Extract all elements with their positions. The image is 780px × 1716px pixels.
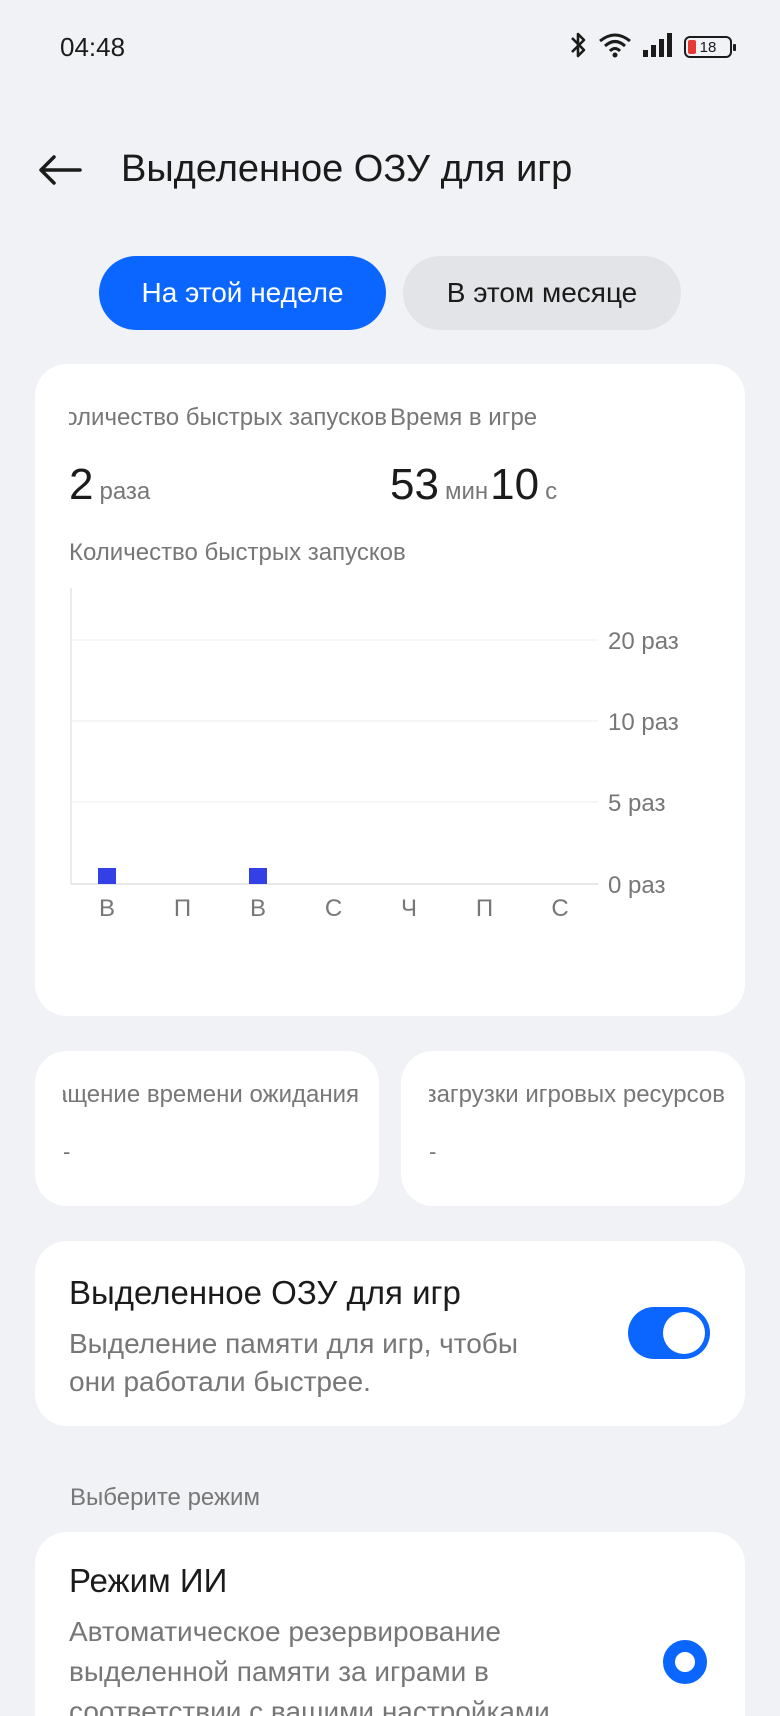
switch-knob <box>663 1312 705 1354</box>
chart-title: Количество быстрых запусков <box>69 539 406 566</box>
ai-mode-card[interactable]: Режим ИИ Автоматическое резервирование в… <box>35 1532 745 1716</box>
ai-mode-description: Автоматическое резервирование выделенной… <box>69 1616 550 1716</box>
playtime-sec-unit: с <box>545 478 558 505</box>
y-tick-label: 10 раз <box>608 709 679 736</box>
status-time: 04:48 <box>60 32 126 62</box>
status-bar: 04:48 18 <box>0 0 780 96</box>
playtime-sec-value: 10 <box>490 460 540 509</box>
period-tabs: На этой неделе В этом месяце <box>0 256 780 330</box>
launches-chart: 0 раз 5 раз 10 раз 20 раз В П В С Ч П С <box>70 588 679 922</box>
stats-card: Количество быстрых запусков Время в игре… <box>35 364 745 1016</box>
playtime-min-value: 53 <box>390 460 439 509</box>
chart-bar <box>249 868 267 884</box>
dedicated-ram-description: Выделение памяти для игр, чтобы они рабо… <box>69 1328 518 1397</box>
x-tick-label: С <box>325 895 342 922</box>
x-tick-label: В <box>250 895 266 922</box>
back-button[interactable] <box>36 148 84 196</box>
wifi-icon <box>598 31 632 64</box>
launches-unit: раза <box>99 478 151 505</box>
ai-mode-title: Режим ИИ <box>69 1562 228 1599</box>
launches-value: 2 <box>69 460 94 509</box>
dedicated-ram-title: Выделенное ОЗУ для игр <box>69 1274 461 1311</box>
page-title: Выделенное ОЗУ для игр <box>121 148 573 190</box>
dedicated-ram-switch[interactable] <box>628 1307 710 1359</box>
y-tick-label: 5 раз <box>608 790 665 817</box>
bluetooth-icon <box>568 30 588 65</box>
header: Выделенное ОЗУ для игр <box>0 130 780 210</box>
x-tick-label: П <box>174 895 191 922</box>
wait-time-value: - <box>63 1139 71 1164</box>
status-icons: 18 <box>568 30 736 65</box>
launches-label: Количество быстрых запусков <box>69 404 387 431</box>
battery-icon: 18 <box>684 36 736 58</box>
x-tick-label: П <box>476 895 493 922</box>
wait-time-title: Сокращение времени ожидания <box>63 1081 359 1108</box>
tab-this-week[interactable]: На этой неделе <box>99 256 386 330</box>
resources-card[interactable]: Ускорение загрузки игровых ресурсов - <box>401 1051 745 1206</box>
chart-bar <box>98 868 116 884</box>
battery-level: 18 <box>699 38 717 56</box>
mode-section-label: Выберите режим <box>70 1484 260 1511</box>
resources-title: Ускорение загрузки игровых ресурсов <box>429 1081 725 1108</box>
x-tick-label: Ч <box>401 895 417 922</box>
playtime-stat: 53 мин 10 с <box>390 460 559 510</box>
playtime-min-unit: мин <box>444 478 489 505</box>
resources-value: - <box>429 1139 437 1164</box>
tab-this-month[interactable]: В этом месяце <box>403 256 681 330</box>
y-tick-label: 20 раз <box>608 628 679 655</box>
y-tick-label: 0 раз <box>608 872 665 899</box>
ai-mode-radio[interactable] <box>663 1640 707 1684</box>
dedicated-ram-card: Выделенное ОЗУ для игр Выделение памяти … <box>35 1241 745 1426</box>
x-tick-label: С <box>551 895 568 922</box>
playtime-label: Время в игре <box>390 404 538 431</box>
arrow-left-icon <box>38 154 82 191</box>
wait-time-card[interactable]: Сокращение времени ожидания - <box>35 1051 379 1206</box>
x-tick-label: В <box>99 895 115 922</box>
launches-stat: 2 раза <box>69 460 152 510</box>
signal-icon <box>642 32 674 63</box>
